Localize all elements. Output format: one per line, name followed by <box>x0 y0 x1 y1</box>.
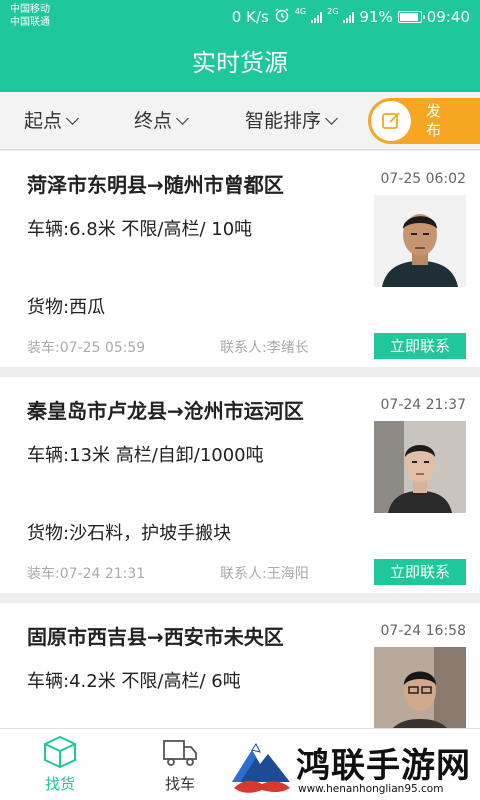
avatar <box>374 647 466 728</box>
truck-icon <box>162 735 198 769</box>
contact-person: 联系人:王海阳 <box>220 566 309 582</box>
post-time: 07-24 16:58 <box>380 623 466 639</box>
chevron-down-icon <box>176 112 189 125</box>
loading-time: 装车:07-25 05:59 <box>27 340 146 356</box>
nav-find-cargo[interactable]: 找货 <box>20 729 100 800</box>
carrier-1: 中国移动 <box>10 4 50 15</box>
destination-filter-label: 终点 <box>134 110 173 132</box>
origin-filter[interactable]: 起点 <box>24 92 79 150</box>
chevron-down-icon <box>66 112 79 125</box>
watermark-url: www.henanhonglian95.com <box>298 783 444 795</box>
box-icon <box>42 735 78 769</box>
post-time: 07-24 21:37 <box>380 397 466 413</box>
status-right: 0 K/s 4G 2G 91% 09:40 <box>232 7 470 27</box>
signal-icon <box>311 11 323 23</box>
network-type-2: 2G <box>327 6 339 16</box>
watermark-title: 鸿联手游网 <box>296 746 471 786</box>
nav-label: 找车 <box>164 775 195 793</box>
listing-card[interactable]: 秦皇岛市卢龙县→沧州市运河区 07-24 21:37 车辆:13米 高栏/自卸/… <box>0 377 480 593</box>
watermark-logo <box>230 742 292 798</box>
vehicle-info: 车辆:13米 高栏/自卸/1000吨 <box>27 445 264 466</box>
avatar <box>374 421 466 513</box>
battery-percent: 91% <box>359 8 393 26</box>
origin-filter-label: 起点 <box>24 110 63 132</box>
destination-filter[interactable]: 终点 <box>134 92 189 150</box>
route-title: 秦皇岛市卢龙县→沧州市运河区 <box>27 399 304 423</box>
signal-icon <box>343 11 355 23</box>
edit-icon <box>371 101 411 141</box>
chevron-down-icon <box>325 112 338 125</box>
listing-card[interactable]: 菏泽市东明县→随州市曾都区 07-25 06:02 车辆:6.8米 不限/高栏/… <box>0 151 480 367</box>
network-speed: 0 K/s <box>231 8 269 26</box>
carrier-info: 中国移动 中国联通 <box>10 3 50 29</box>
route-title: 固原市西吉县→西安市未央区 <box>27 625 284 649</box>
contact-person: 联系人:李绪长 <box>220 340 309 356</box>
publish-label: 发 布 <box>426 102 442 140</box>
cargo-info: 货物:沙石料，护坡手搬块 <box>27 523 232 544</box>
vehicle-info: 车辆:4.2米 不限/高栏/ 6吨 <box>27 671 241 692</box>
status-bar: 中国移动 中国联通 0 K/s 4G 2G 91% 09:40 <box>0 0 480 34</box>
alarm-icon <box>274 7 290 27</box>
avatar <box>374 195 466 287</box>
page-title: 实时货源 <box>0 34 480 92</box>
publish-label-line1: 发 <box>426 102 442 120</box>
listing-card[interactable]: 固原市西吉县→西安市未央区 07-24 16:58 车辆:4.2米 不限/高栏/… <box>0 603 480 728</box>
publish-label-line2: 布 <box>426 121 442 139</box>
loading-time: 装车:07-24 21:31 <box>27 566 146 582</box>
nav-label: 找货 <box>44 775 75 793</box>
filter-bar: 起点 终点 智能排序 发 布 <box>0 92 480 150</box>
battery-icon <box>397 11 425 23</box>
publish-button[interactable]: 发 布 <box>368 98 480 144</box>
sort-filter-label: 智能排序 <box>245 110 322 132</box>
route-title: 菏泽市东明县→随州市曾都区 <box>27 173 284 197</box>
contact-now-button[interactable]: 立即联系 <box>374 559 466 585</box>
watermark: 鸿联手游网 www.henanhonglian95.com <box>230 738 480 800</box>
nav-find-truck[interactable]: 找车 <box>140 729 220 800</box>
cargo-info: 货物:西瓜 <box>27 297 106 318</box>
sort-filter[interactable]: 智能排序 <box>245 92 338 150</box>
contact-now-button[interactable]: 立即联系 <box>374 333 466 359</box>
clock: 09:40 <box>426 8 470 26</box>
vehicle-info: 车辆:6.8米 不限/高栏/ 10吨 <box>27 219 253 240</box>
carrier-2: 中国联通 <box>10 17 50 28</box>
network-type-1: 4G <box>294 6 307 16</box>
post-time: 07-25 06:02 <box>380 171 466 187</box>
